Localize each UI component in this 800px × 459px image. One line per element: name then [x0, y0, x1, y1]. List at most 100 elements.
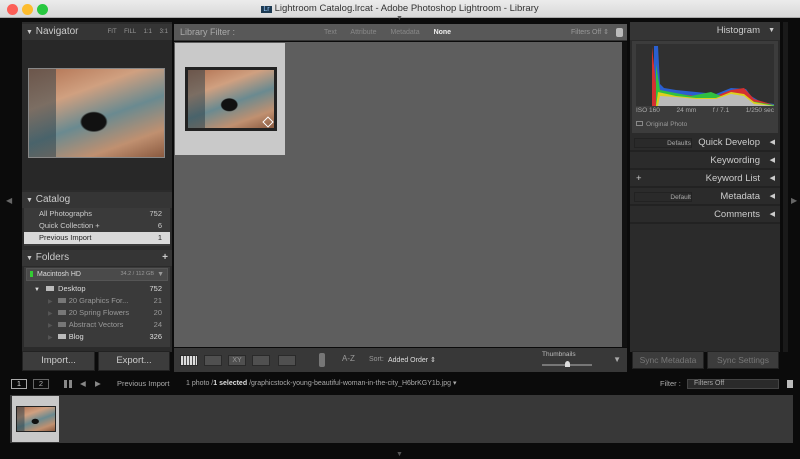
filmstrip	[10, 395, 793, 443]
filter-value: Filters Off	[694, 380, 725, 387]
histogram-chart	[636, 44, 774, 106]
volume-macintosh-hd[interactable]: Macintosh HD 34.2 / 112 GB ▼	[26, 268, 168, 281]
import-button[interactable]: Import...	[22, 351, 95, 371]
filter-tab-text[interactable]: Text	[324, 29, 337, 36]
collapse-top-icon[interactable]: ▼	[396, 15, 403, 22]
metadata-header[interactable]: Default Metadata ◀	[630, 188, 780, 206]
folders-header[interactable]: ▼ Folders +	[22, 250, 172, 266]
thumbnail-size-slider[interactable]	[542, 361, 592, 367]
toolbar-menu-icon[interactable]: ▼	[613, 355, 621, 364]
focal-length-value: 24 mm	[676, 107, 697, 114]
comments-header[interactable]: Comments ◀	[630, 206, 780, 224]
compare-view-button[interactable]: XY	[228, 355, 246, 366]
file-path[interactable]: /graphicstock-young-beautiful-woman-in-t…	[249, 380, 451, 387]
filmstrip-filter-select[interactable]: Filters Off	[687, 379, 779, 389]
keyword-list-header[interactable]: + Keyword List ◀	[630, 170, 780, 188]
zoom-fill[interactable]: FILL	[124, 29, 136, 35]
volume-usage: 34.2 / 112 GB	[120, 271, 154, 277]
filter-lock-icon[interactable]	[787, 380, 793, 388]
histogram-panel: ISO 160 24 mm f / 7.1 1/250 sec Original…	[632, 41, 778, 133]
zoom-1-1[interactable]: 1:1	[144, 29, 152, 35]
catalog-item-quick-collection[interactable]: Quick Collection + 6	[24, 220, 170, 232]
panel-label: Comments	[714, 209, 760, 220]
grid-scrollbar[interactable]	[622, 42, 627, 347]
count: 1	[157, 233, 162, 242]
label: Quick Collection +	[39, 221, 100, 230]
quick-develop-header[interactable]: Defaults Quick Develop ◀	[630, 134, 780, 152]
folder-item[interactable]: ▶ 20 Spring Flowers 20	[24, 307, 170, 319]
survey-view-button[interactable]	[252, 355, 270, 366]
count: 6	[157, 221, 162, 230]
filmstrip-bar: 1 2 ◀ ▶ Previous Import 1 photo /1 selec…	[0, 376, 800, 392]
main-screen-button[interactable]: 1	[11, 379, 27, 389]
folder-item[interactable]: ▶ Blog 326	[24, 331, 170, 343]
sync-settings-button[interactable]: Sync Settings	[707, 351, 779, 369]
sort-value: Added Order	[388, 357, 429, 364]
catalog-item-previous-import[interactable]: Previous Import 1	[24, 232, 170, 244]
preset-value: Defaults	[667, 140, 691, 147]
collapse-right-panel-icon[interactable]: ▶	[791, 196, 797, 205]
window-title-text: Lightroom Catalog.lrcat - Adobe Photosho…	[274, 3, 539, 14]
panel-label: Quick Develop	[698, 137, 760, 148]
sort-direction-icon[interactable]: A-Z	[342, 354, 355, 363]
lock-icon[interactable]	[616, 28, 623, 37]
filter-tab-metadata[interactable]: Metadata	[390, 29, 419, 36]
filmstrip-source[interactable]: Previous Import	[117, 376, 170, 392]
photo-cell[interactable]	[175, 43, 285, 155]
navigator-preview[interactable]	[22, 40, 172, 190]
export-button[interactable]: Export...	[98, 351, 170, 371]
thumbnail-frame	[185, 67, 277, 131]
collapse-left-panel-icon[interactable]: ◀	[6, 196, 12, 205]
count: 752	[149, 209, 162, 218]
count: 20	[153, 308, 162, 317]
grid-icon[interactable]	[64, 380, 72, 388]
sort-select[interactable]: Added Order ⇕	[388, 356, 436, 364]
histogram-header[interactable]: Histogram ▼	[630, 22, 780, 40]
metadata-preset-select[interactable]: Default	[634, 192, 692, 202]
filter-tab-none[interactable]: None	[434, 29, 452, 36]
sort-label: Sort:	[369, 356, 384, 363]
catalog-header[interactable]: ▼ Catalog	[22, 192, 172, 208]
original-photo-checkbox[interactable]: Original Photo	[636, 121, 687, 128]
panel-label: Metadata	[720, 191, 760, 202]
folder-desktop[interactable]: ▼ Desktop 752	[24, 283, 170, 295]
selected-count: 1 selected	[213, 380, 248, 387]
label: Blog	[68, 332, 84, 341]
filter-preset-select[interactable]: Filters Off ⇕	[571, 24, 609, 41]
folder-item[interactable]: ▶ 20 Graphics For... 21	[24, 295, 170, 307]
sync-metadata-button[interactable]: Sync Metadata	[632, 351, 704, 369]
people-view-button[interactable]	[278, 355, 296, 366]
add-folder-button[interactable]: +	[162, 250, 168, 266]
volume-menu-icon[interactable]: ▼	[157, 269, 164, 280]
volume-status-indicator	[30, 271, 33, 277]
library-filter-label: Library Filter :	[180, 27, 236, 37]
panel-label: Keywording	[710, 155, 760, 166]
count: 21	[153, 296, 162, 305]
right-panel: Histogram ▼ ISO 160 24 mm f / 7.1 1/250 s…	[630, 22, 780, 352]
loupe-view-button[interactable]	[204, 355, 222, 366]
forward-arrow-icon[interactable]: ▶	[95, 376, 101, 392]
keywording-header[interactable]: Keywording ◀	[630, 152, 780, 170]
zoom-fit[interactable]: FIT	[108, 29, 117, 35]
window-title: Lr Lightroom Catalog.lrcat - Adobe Photos…	[0, 3, 800, 14]
second-screen-button[interactable]: 2	[33, 379, 49, 389]
folder-item[interactable]: ▶ Abstract Vectors 24	[24, 319, 170, 331]
zoom-3-1[interactable]: 3:1	[160, 29, 168, 35]
slider-knob[interactable]	[564, 361, 570, 367]
navigator-header[interactable]: ▼ Navigator FIT FILL 1:1 3:1	[22, 24, 172, 40]
count: 326	[149, 332, 162, 341]
catalog-item-all-photographs[interactable]: All Photographs 752	[24, 208, 170, 220]
volume-name: Macintosh HD	[37, 271, 81, 278]
right-scrollbar[interactable]	[783, 22, 788, 352]
add-keyword-button[interactable]: +	[636, 170, 642, 188]
painter-icon[interactable]	[319, 353, 325, 367]
back-arrow-icon[interactable]: ◀	[80, 376, 86, 392]
folder-icon	[57, 334, 66, 339]
count: 24	[153, 320, 162, 329]
grid-view-button[interactable]	[180, 355, 198, 366]
filmstrip-cell[interactable]	[12, 396, 59, 442]
collapse-filmstrip-icon[interactable]: ▼	[396, 451, 403, 458]
filter-tab-attribute[interactable]: Attribute	[350, 29, 376, 36]
filter-label: Filter :	[660, 379, 681, 388]
preset-select[interactable]: Defaults	[634, 138, 692, 148]
